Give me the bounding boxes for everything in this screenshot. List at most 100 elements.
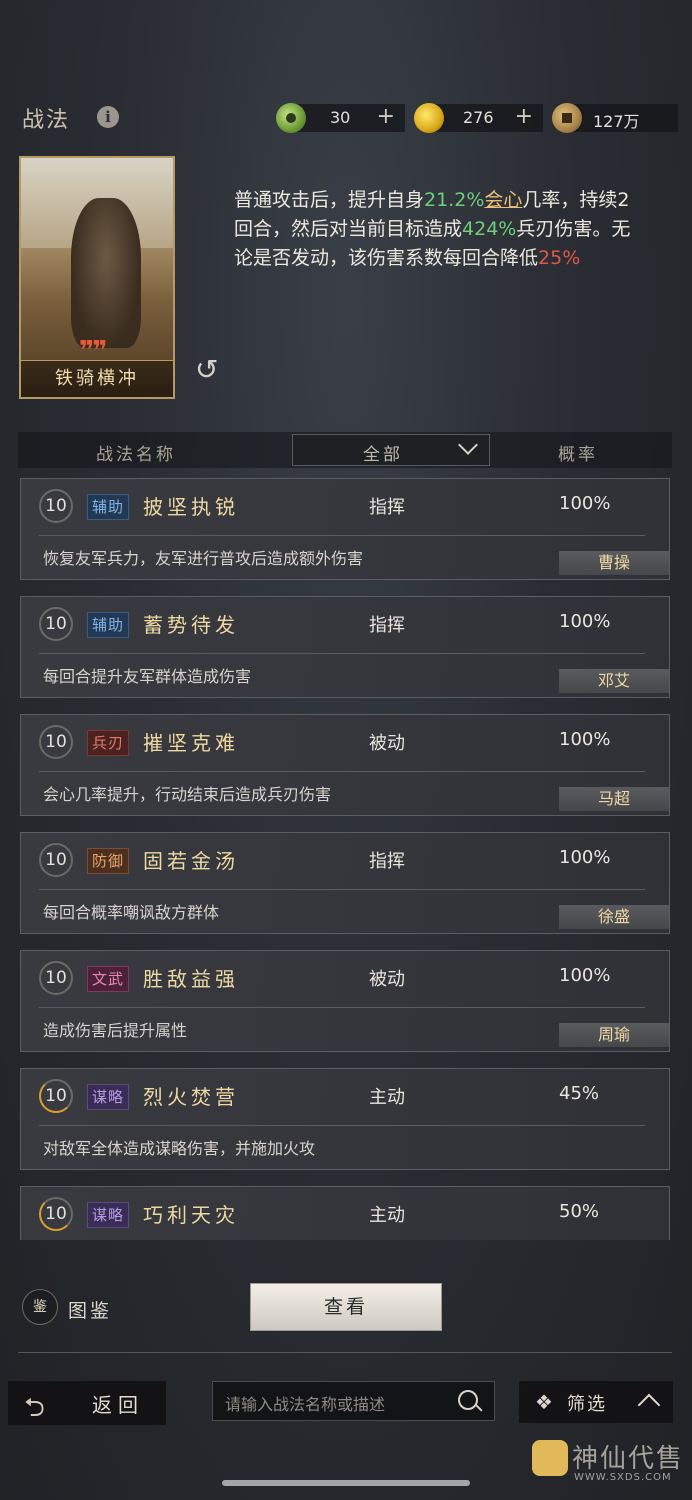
atlas-icon[interactable]: 鉴 [22, 1289, 58, 1325]
desc-part-1: 普通攻击后，提升自身 [234, 189, 425, 211]
general-badge: 马超 [559, 787, 669, 811]
watermark: 神仙代售 WWW.SXDS.COM [532, 1438, 682, 1488]
gold-resource: 276 + [414, 103, 543, 133]
skill-rate: 100% [559, 611, 611, 632]
category-tag: 防御 [87, 848, 130, 874]
bottom-divider [18, 1352, 672, 1353]
skill-summary: 每回合提升友军群体造成伤害 [43, 667, 252, 686]
skill-type: 指挥 [369, 851, 405, 872]
general-badge: 周瑜 [559, 1023, 669, 1047]
level-badge: 10 [39, 607, 73, 641]
gold-coin-icon [414, 103, 444, 133]
list-item[interactable]: 10 谋略 烈火焚营 主动 45% 对敌军全体造成谋略伤害，并施加火攻 [20, 1068, 670, 1170]
dropdown-value: 全部 [363, 445, 403, 465]
category-dropdown[interactable]: 全部 [292, 434, 490, 466]
skill-name: 摧坚克难 [143, 731, 239, 755]
skill-summary: 对敌军全体造成谋略伤害，并施加火攻 [43, 1139, 316, 1158]
copper-value: 127万 [593, 112, 640, 131]
category-tag: 辅助 [87, 494, 130, 520]
undo-icon[interactable]: ↺ [195, 355, 225, 385]
jade-coin-icon [276, 103, 306, 133]
category-tag: 兵刃 [87, 730, 130, 756]
skill-card[interactable]: ❞❞ 铁骑横冲 [19, 156, 175, 399]
skill-rate: 100% [559, 493, 611, 514]
list-item[interactable]: 10 兵刃 摧坚克难 被动 100% 会心几率提升，行动结束后造成兵刃伤害 马超 [20, 714, 670, 816]
table-header: 战法名称 全部 概率 [18, 432, 672, 468]
skill-name: 固若金汤 [143, 849, 239, 873]
category-tag: 辅助 [87, 612, 130, 638]
jade-add-button[interactable]: + [377, 104, 395, 129]
back-arrow-icon: ⮌ [24, 1393, 45, 1423]
filter-icon: ❖ [535, 1390, 553, 1414]
general-badge: 邓艾 [559, 669, 669, 693]
desc-value-2: 424% [462, 218, 517, 240]
name-column-header: 战法名称 [96, 445, 176, 465]
chevron-down-icon [458, 435, 478, 455]
jade-value: 30 [330, 108, 351, 127]
category-tag: 文武 [87, 966, 130, 992]
skill-name: 披坚执锐 [143, 495, 239, 519]
watermark-logo-icon [532, 1440, 568, 1476]
search-placeholder: 请输入战法名称或描述 [225, 1395, 386, 1414]
skill-rate: 45% [559, 1083, 600, 1104]
info-icon[interactable]: i [97, 106, 119, 128]
desc-keyword[interactable]: 会心 [484, 189, 522, 211]
skill-rate: 100% [559, 729, 611, 750]
search-input[interactable]: 请输入战法名称或描述 [212, 1381, 495, 1421]
gold-add-button[interactable]: + [515, 104, 533, 129]
skill-name: 巧利天灾 [143, 1203, 239, 1227]
level-badge: 10 [39, 843, 73, 877]
skill-name: 胜敌益强 [143, 967, 239, 991]
desc-value-3: 25% [538, 247, 581, 269]
copper-coin-icon [552, 103, 582, 133]
filter-button[interactable]: ❖ 筛选 [519, 1381, 673, 1423]
filter-label: 筛选 [567, 1394, 607, 1415]
skill-type: 主动 [369, 1087, 405, 1108]
search-icon[interactable] [458, 1390, 478, 1410]
list-item[interactable]: 10 文武 胜敌益强 被动 100% 造成伤害后提升属性 周瑜 [20, 950, 670, 1052]
list-item[interactable]: 10 辅助 蓄势待发 指挥 100% 每回合提升友军群体造成伤害 邓艾 [20, 596, 670, 698]
skill-type: 被动 [369, 733, 405, 754]
row-divider [39, 1007, 645, 1008]
list-item[interactable]: 10 防御 固若金汤 指挥 100% 每回合概率嘲讽敌方群体 徐盛 [20, 832, 670, 934]
level-badge: 10 [39, 489, 73, 523]
rate-column-header: 概率 [558, 445, 598, 465]
skill-type: 指挥 [369, 497, 405, 518]
chevron-up-icon [637, 1393, 661, 1417]
skill-summary: 恢复友军兵力，友军进行普攻后造成额外伤害 [43, 549, 364, 568]
row-divider [39, 535, 645, 536]
row-divider [39, 653, 645, 654]
watermark-text: 神仙代售 [572, 1444, 685, 1474]
desc-value-1: 21.2% [424, 189, 485, 211]
skill-rate: 50% [559, 1201, 600, 1222]
card-rider-art [71, 198, 141, 348]
back-label: 返回 [92, 1393, 144, 1417]
skill-rate: 100% [559, 847, 611, 868]
watermark-url: WWW.SXDS.COM [574, 1472, 672, 1483]
list-item[interactable]: 10 辅助 披坚执锐 指挥 100% 恢复友军兵力，友军进行普攻后造成额外伤害 … [20, 478, 670, 580]
skill-description: 普通攻击后，提升自身21.2%会心几率，持续2回合，然后对当前目标造成424%兵… [234, 186, 634, 273]
copper-resource: 127万 [552, 103, 678, 133]
skill-type: 指挥 [369, 615, 405, 636]
jade-resource: 30 + [276, 103, 405, 133]
skill-name: 烈火焚营 [143, 1085, 239, 1109]
level-badge: 10 [39, 1197, 73, 1231]
general-badge: 徐盛 [559, 905, 669, 929]
row-divider [39, 1125, 645, 1126]
skill-summary: 会心几率提升，行动结束后造成兵刃伤害 [43, 785, 332, 804]
skill-summary: 每回合概率嘲讽敌方群体 [43, 903, 220, 922]
row-divider [39, 771, 645, 772]
category-tag: 谋略 [87, 1084, 130, 1110]
home-indicator[interactable] [222, 1480, 470, 1486]
skill-name: 蓄势待发 [143, 613, 239, 637]
atlas-label[interactable]: 图鉴 [68, 1296, 112, 1323]
back-button[interactable]: ⮌ 返回 [8, 1381, 166, 1425]
row-divider [39, 889, 645, 890]
list-item[interactable]: 10 谋略 巧利天灾 主动 50% [20, 1186, 670, 1240]
skill-summary: 造成伤害后提升属性 [43, 1021, 188, 1040]
view-button[interactable]: 查看 [250, 1283, 442, 1331]
skill-rate: 100% [559, 965, 611, 986]
skill-type: 被动 [369, 969, 405, 990]
level-badge: 10 [39, 961, 73, 995]
card-name: 铁骑横冲 [21, 360, 173, 397]
